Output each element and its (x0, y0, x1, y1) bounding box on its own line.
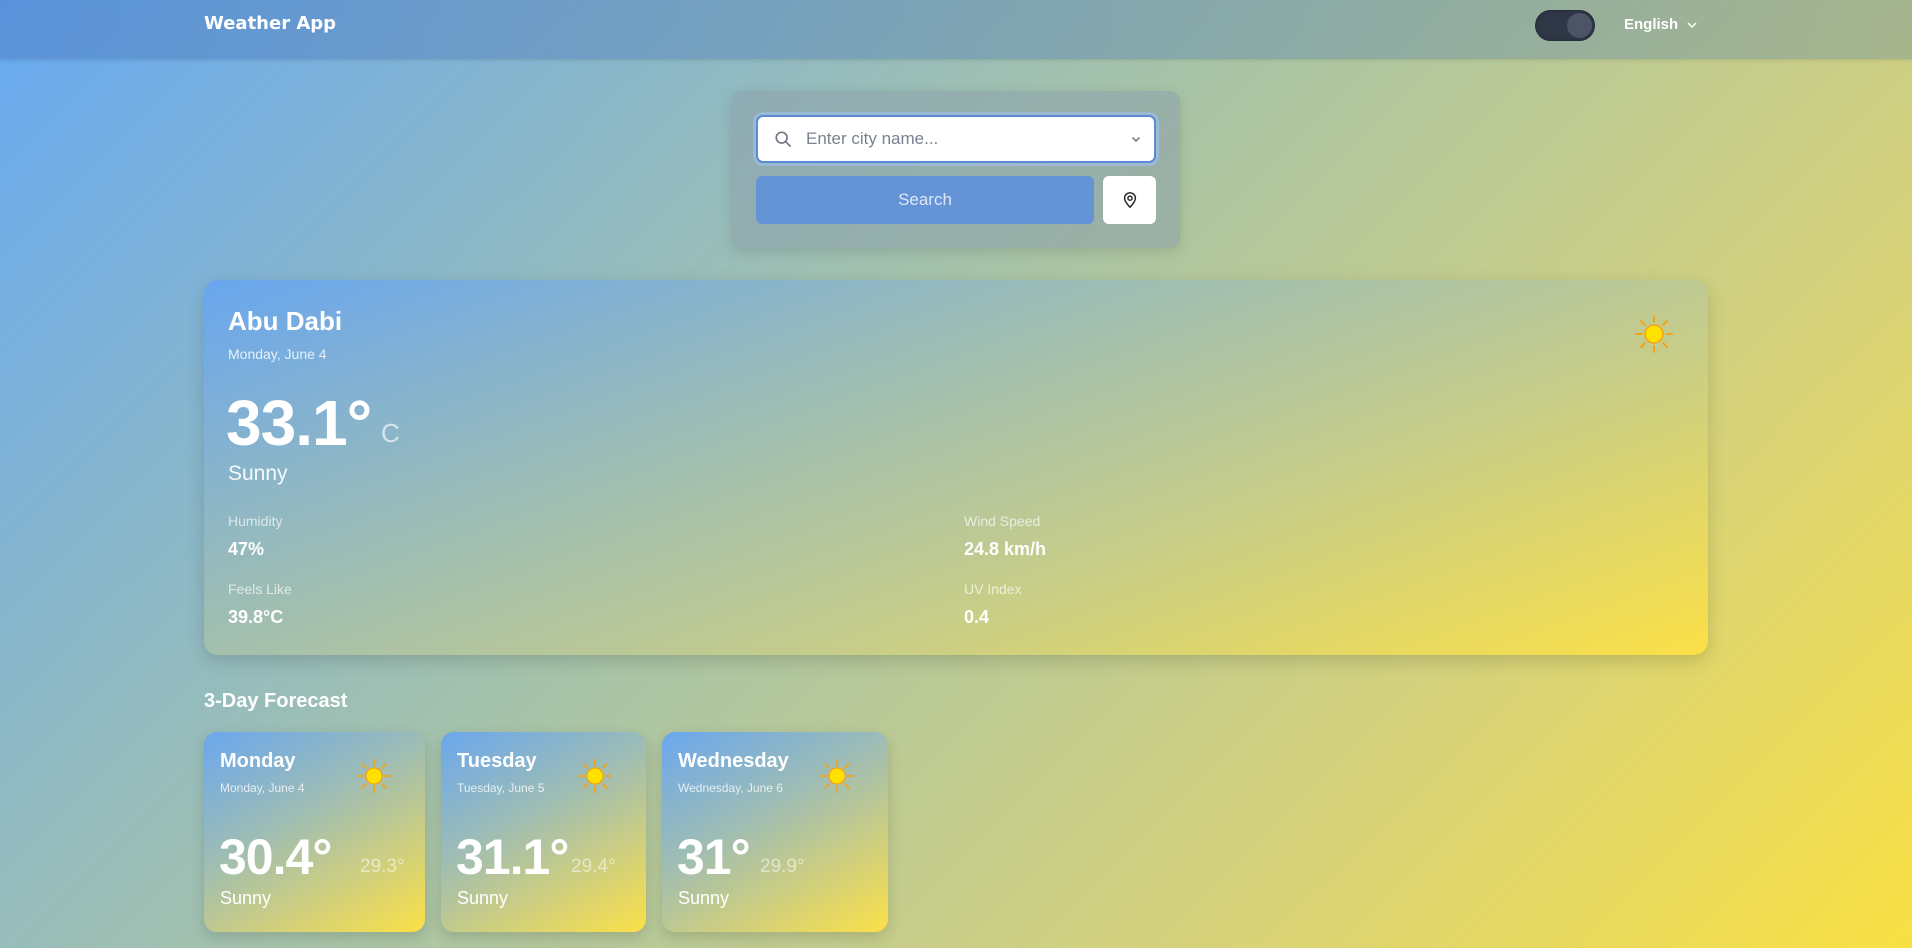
navbar: Weather App English (0, 0, 1912, 59)
feels-like-label: Feels Like (228, 581, 292, 597)
uv-index-label: UV Index (964, 581, 1022, 597)
current-temperature: 33.1° (226, 387, 372, 459)
forecast-title: 3-Day Forecast (204, 690, 348, 712)
sun-icon (356, 758, 392, 794)
theme-toggle[interactable] (1535, 10, 1595, 41)
forecast-date: Monday, June 4 (220, 781, 305, 795)
forecast-card[interactable]: Monday Monday, June 4 30.4° 29.3° Sunny (204, 732, 425, 932)
sun-icon (819, 758, 855, 794)
language-label: English (1624, 16, 1679, 33)
current-weather-card: Abu Dabi Monday, June 4 33.1° C Sunny Hu… (204, 280, 1708, 655)
location-pin-icon (1123, 192, 1136, 209)
app-title[interactable]: Weather App (204, 13, 336, 34)
search-field[interactable] (756, 115, 1156, 163)
wind-speed-value: 24.8 km/h (964, 539, 1047, 559)
search-input[interactable] (806, 125, 1106, 153)
toggle-knob (1567, 13, 1592, 38)
forecast-high: 30.4° (219, 829, 332, 885)
search-icon (775, 131, 792, 148)
temperature-unit: C (381, 418, 400, 448)
forecast-low: 29.4° (571, 856, 616, 877)
forecast-card[interactable]: Tuesday Tuesday, June 5 31.1° 29.4° Sunn… (441, 732, 646, 932)
language-select[interactable]: English (1624, 16, 1698, 33)
current-location-button[interactable] (1103, 176, 1156, 224)
forecast-low: 29.9° (760, 856, 805, 877)
forecast-day: Wednesday (678, 750, 789, 772)
sun-icon (577, 758, 613, 794)
forecast-high: 31.1° (456, 829, 569, 885)
search-panel: Search (732, 91, 1180, 248)
forecast-card[interactable]: Wednesday Wednesday, June 6 31° 29.9° Su… (662, 732, 888, 932)
forecast-low: 29.3° (360, 856, 405, 877)
forecast-condition: Sunny (220, 888, 272, 908)
chevron-down-icon[interactable] (1130, 133, 1142, 145)
city-name: Abu Dabi (228, 306, 343, 336)
uv-index-value: 0.4 (964, 607, 990, 627)
forecast-condition: Sunny (678, 888, 730, 908)
sun-icon (1635, 315, 1673, 353)
current-condition: Sunny (228, 462, 288, 485)
forecast-high: 31° (677, 829, 751, 885)
search-button[interactable]: Search (756, 176, 1094, 224)
wind-speed-label: Wind Speed (964, 513, 1041, 529)
forecast-date: Tuesday, June 5 (457, 781, 545, 795)
forecast-day: Tuesday (457, 750, 537, 772)
forecast-condition: Sunny (457, 888, 509, 908)
humidity-label: Humidity (228, 513, 283, 529)
chevron-down-icon (1687, 21, 1697, 28)
feels-like-value: 39.8°C (228, 607, 284, 627)
current-date: Monday, June 4 (228, 346, 327, 362)
humidity-value: 47% (228, 539, 265, 559)
forecast-day: Monday (220, 750, 296, 772)
forecast-date: Wednesday, June 6 (678, 781, 783, 795)
